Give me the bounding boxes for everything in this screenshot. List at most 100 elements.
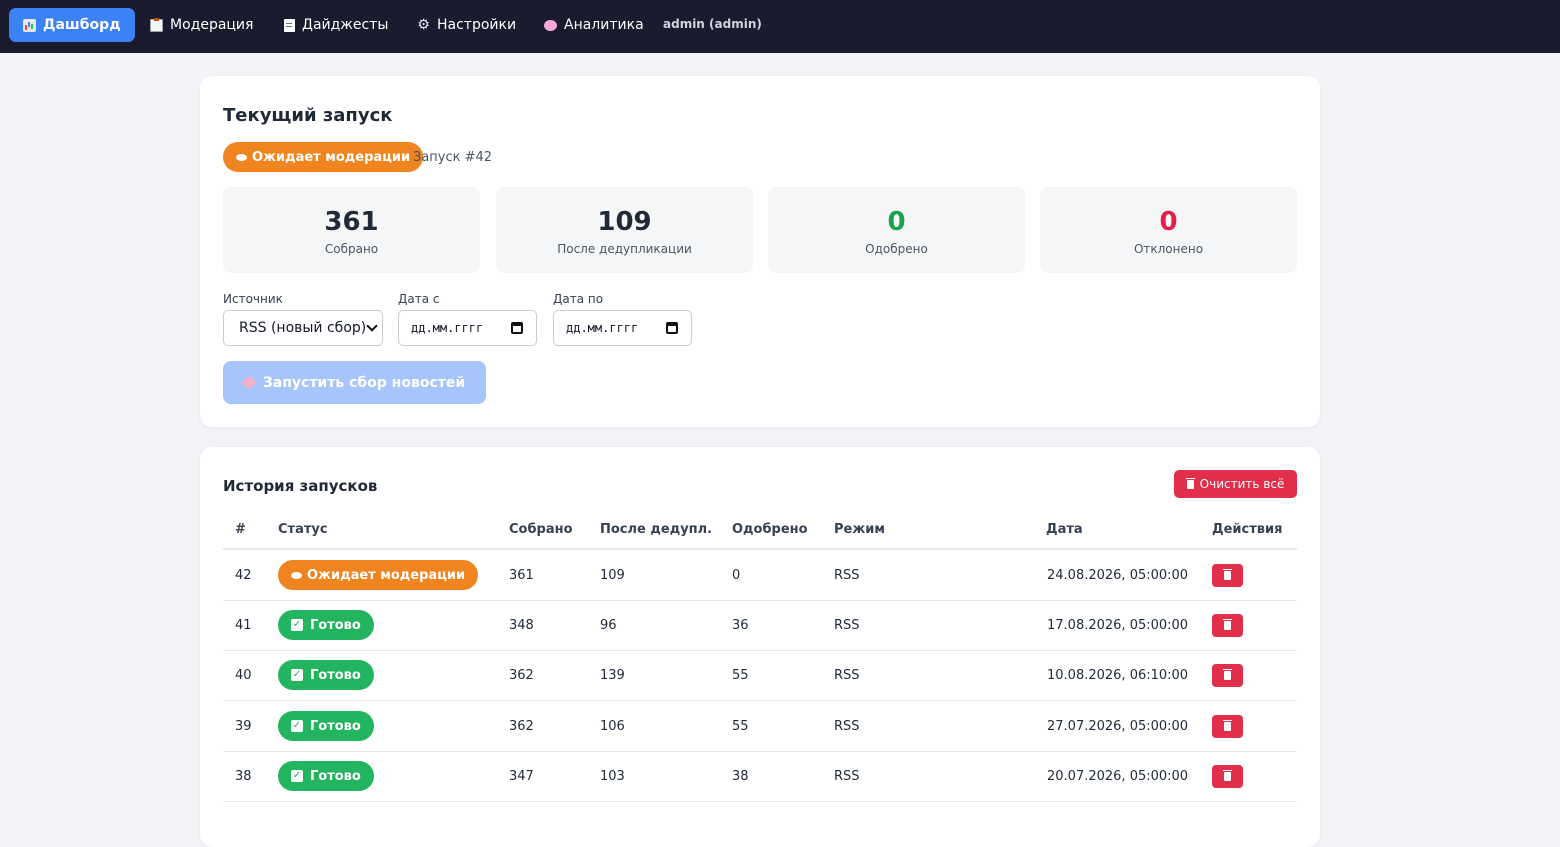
rocket-icon <box>241 374 258 391</box>
row-id: 40 <box>235 668 252 683</box>
row-dedup: 139 <box>600 668 625 683</box>
status-badge-label: Готово <box>310 667 361 683</box>
nav-analytics[interactable]: Аналитика <box>530 8 658 42</box>
nav-dashboard-label: Дашборд <box>43 17 121 33</box>
row-id: 39 <box>235 719 252 734</box>
delete-row-button[interactable] <box>1212 614 1243 637</box>
col-header-mode: Режим <box>834 522 886 537</box>
trash-icon <box>1185 477 1195 489</box>
check-icon: ✓ <box>291 619 303 631</box>
eye-icon <box>236 153 247 161</box>
row-approved: 38 <box>732 769 749 784</box>
stat-approved-label: Одобрено <box>865 242 928 256</box>
row-mode: RSS <box>834 568 860 583</box>
trash-icon <box>1223 619 1232 630</box>
row-dedup: 103 <box>600 769 625 784</box>
current-user: admin (admin) <box>663 17 762 31</box>
clipboard-icon <box>150 17 163 32</box>
trash-icon <box>1223 569 1232 580</box>
current-run-card: Текущий запуск Ожидает модерации Запуск … <box>200 76 1320 427</box>
row-date: 10.08.2026, 06:10:00 <box>1047 668 1189 683</box>
row-dedup: 106 <box>600 719 625 734</box>
status-badge: ✓ Готово <box>278 761 374 791</box>
brain-icon <box>544 19 557 31</box>
source-select-value: RSS (новый сбор) <box>239 320 367 336</box>
date-to-input[interactable]: дд.мм.гггг <box>553 310 692 346</box>
table-row: 41 ✓ Готово 348 96 36 RSS 17.08.2026, 05… <box>223 600 1297 651</box>
nav-moderation[interactable]: Модерация <box>136 8 267 42</box>
calendar-icon[interactable] <box>511 322 523 334</box>
row-mode: RSS <box>834 769 860 784</box>
row-id: 42 <box>235 568 252 583</box>
status-badge: Ожидает модерации <box>223 142 424 172</box>
stat-dedup-label: После дедупликации <box>557 242 692 256</box>
status-badge: Ожидает модерации <box>278 560 479 590</box>
row-date: 17.08.2026, 05:00:00 <box>1047 618 1189 633</box>
gear-icon: ⚙ <box>417 16 430 33</box>
row-mode: RSS <box>834 618 860 633</box>
eye-icon <box>291 571 302 579</box>
table-row: 39 ✓ Готово 362 106 55 RSS 27.07.2026, 0… <box>223 701 1297 752</box>
table-row: 42 Ожидает модерации 361 109 0 RSS 24.08… <box>223 550 1297 601</box>
stat-rejected: 0 Отклонено <box>1040 187 1297 273</box>
row-id: 41 <box>235 618 252 633</box>
status-badge-label: Готово <box>310 617 361 633</box>
row-dedup: 96 <box>600 618 617 633</box>
row-mode: RSS <box>834 719 860 734</box>
stat-dedup-value: 109 <box>597 207 652 237</box>
nav-settings[interactable]: ⚙ Настройки <box>403 8 530 42</box>
nav-moderation-label: Модерация <box>170 17 254 33</box>
run-collection-button[interactable]: Запустить сбор новостей <box>223 361 486 404</box>
col-header-dedup: После дедупл. <box>600 522 713 537</box>
nav-dashboard[interactable]: Дашборд <box>9 8 135 42</box>
col-header-date: Дата <box>1046 522 1083 537</box>
row-approved: 55 <box>732 719 749 734</box>
delete-row-button[interactable] <box>1212 564 1243 587</box>
stat-collected: 361 Собрано <box>223 187 480 273</box>
status-badge-label: Готово <box>310 768 361 784</box>
date-from-input[interactable]: дд.мм.гггг <box>398 310 537 346</box>
row-mode: RSS <box>834 668 860 683</box>
status-badge: ✓ Готово <box>278 660 374 690</box>
trash-icon <box>1223 669 1232 680</box>
col-header-actions: Действия <box>1212 522 1283 537</box>
row-collected: 362 <box>509 719 534 734</box>
delete-row-button[interactable] <box>1212 765 1243 788</box>
row-approved: 55 <box>732 668 749 683</box>
date-from-placeholder: дд.мм.гггг <box>411 321 484 335</box>
stat-collected-value: 361 <box>324 207 379 237</box>
stat-dedup: 109 После дедупликации <box>496 187 753 273</box>
nav-digests-label: Дайджесты <box>302 17 389 33</box>
document-icon <box>284 18 295 32</box>
row-date: 24.08.2026, 05:00:00 <box>1047 568 1189 583</box>
check-icon: ✓ <box>291 770 303 782</box>
stat-rejected-label: Отклонено <box>1133 242 1204 256</box>
top-navbar: Дашборд Модерация Дайджесты ⚙ Настройки … <box>0 0 1560 53</box>
history-title: История запусков <box>223 477 378 495</box>
trash-icon <box>1223 770 1232 781</box>
row-id: 38 <box>235 769 252 784</box>
row-date: 27.07.2026, 05:00:00 <box>1047 719 1189 734</box>
nav-analytics-label: Аналитика <box>564 17 644 33</box>
calendar-icon[interactable] <box>666 322 678 334</box>
delete-row-button[interactable] <box>1212 664 1243 687</box>
run-number: Запуск #42 <box>413 150 493 165</box>
row-approved: 0 <box>732 568 741 583</box>
clear-all-button[interactable]: Очистить всё <box>1174 470 1297 498</box>
row-dedup: 109 <box>600 568 625 583</box>
source-select[interactable]: RSS (новый сбор) <box>223 310 383 346</box>
status-badge-label: Ожидает модерации <box>307 567 466 583</box>
nav-digests[interactable]: Дайджесты <box>270 8 402 42</box>
table-row: 38 ✓ Готово 347 103 38 RSS 20.07.2026, 0… <box>223 751 1297 802</box>
status-badge-label: Ожидает модерации <box>252 149 411 165</box>
check-icon: ✓ <box>291 720 303 732</box>
stat-collected-label: Собрано <box>324 242 379 256</box>
nav-settings-label: Настройки <box>437 17 517 33</box>
status-badge: ✓ Готово <box>278 610 374 640</box>
delete-row-button[interactable] <box>1212 715 1243 738</box>
stat-approved-value: 0 <box>887 207 906 237</box>
status-badge-label: Готово <box>310 718 361 734</box>
table-row: 40 ✓ Готово 362 139 55 RSS 10.08.2026, 0… <box>223 650 1297 701</box>
check-icon: ✓ <box>291 669 303 681</box>
row-collected: 361 <box>509 568 534 583</box>
